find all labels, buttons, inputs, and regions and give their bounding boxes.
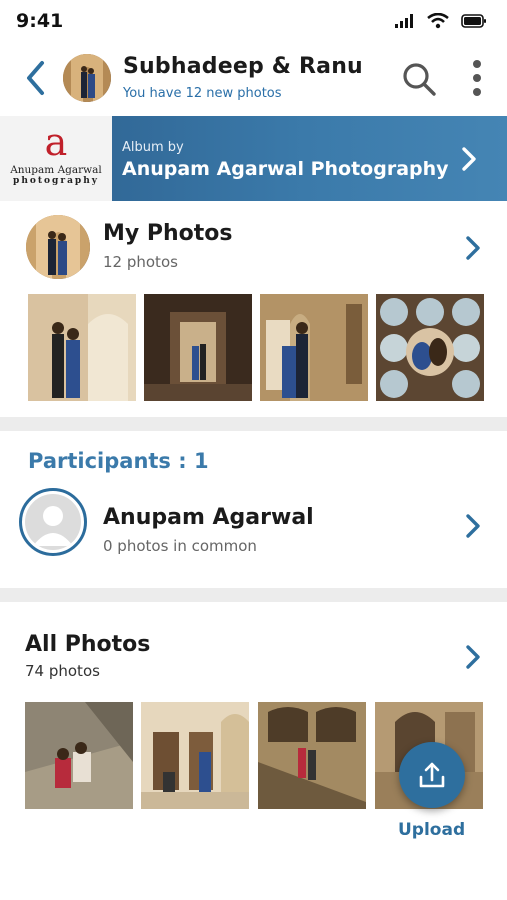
dot-icon bbox=[473, 60, 481, 68]
my-photos-count: 12 photos bbox=[103, 253, 178, 271]
signal-icon bbox=[395, 14, 413, 28]
album-studio-name: Anupam Agarwal Photography bbox=[122, 158, 449, 180]
my-photos-avatar bbox=[26, 215, 90, 279]
my-photo-thumbnail[interactable] bbox=[376, 294, 484, 401]
couple-photo-icon bbox=[26, 215, 90, 279]
all-photo-thumbnail[interactable] bbox=[258, 702, 366, 809]
dot-icon bbox=[473, 74, 481, 82]
participant-avatar[interactable] bbox=[19, 488, 87, 556]
studio-logo: a Anupam Agarwal photography bbox=[0, 116, 112, 201]
back-button[interactable] bbox=[18, 56, 52, 100]
participant-common-count: 0 photos in common bbox=[103, 537, 257, 555]
album-avatar[interactable] bbox=[63, 54, 111, 102]
status-icons bbox=[395, 13, 487, 29]
dot-icon bbox=[473, 88, 481, 96]
my-photos-chevron-icon[interactable] bbox=[462, 235, 484, 261]
back-chevron-icon bbox=[27, 61, 44, 95]
album-by-label: Album by bbox=[122, 140, 184, 155]
my-photo-thumbnail[interactable] bbox=[28, 294, 136, 401]
status-time: 9:41 bbox=[16, 10, 64, 32]
wifi-icon bbox=[427, 13, 449, 29]
section-divider bbox=[0, 417, 507, 431]
status-bar: 9:41 bbox=[0, 0, 507, 44]
page-title: Subhadeep & Ranu bbox=[123, 54, 363, 79]
upload-icon bbox=[419, 762, 445, 788]
participant-name: Anupam Agarwal bbox=[103, 505, 314, 530]
header: Subhadeep & Ranu You have 12 new photos bbox=[0, 44, 507, 114]
logo-name: Anupam Agarwal bbox=[10, 164, 102, 176]
logo-letter: a bbox=[44, 120, 68, 164]
user-placeholder-icon bbox=[25, 494, 81, 550]
all-photos-count: 74 photos bbox=[25, 662, 100, 680]
all-photos-chevron-icon[interactable] bbox=[462, 644, 484, 670]
participant-chevron-icon[interactable] bbox=[462, 513, 484, 539]
search-icon bbox=[403, 63, 436, 96]
my-photos-section: My Photos 12 photos bbox=[0, 201, 507, 417]
section-divider bbox=[0, 588, 507, 602]
my-photo-thumbnail[interactable] bbox=[260, 294, 368, 401]
participants-section: Participants : 1 Anupam Agarwal 0 photos… bbox=[0, 431, 507, 588]
chevron-right-icon bbox=[462, 147, 476, 171]
battery-icon bbox=[461, 14, 486, 28]
my-photos-title: My Photos bbox=[103, 221, 233, 246]
search-button[interactable] bbox=[400, 60, 438, 98]
couple-photo-icon bbox=[63, 54, 111, 102]
upload-button[interactable] bbox=[399, 742, 465, 808]
all-photos-title: All Photos bbox=[25, 632, 151, 657]
all-photo-thumbnail[interactable] bbox=[141, 702, 249, 809]
new-photos-subtitle: You have 12 new photos bbox=[123, 86, 282, 101]
participants-label: Participants : 1 bbox=[28, 449, 209, 473]
all-photo-thumbnail[interactable] bbox=[25, 702, 133, 809]
my-photo-thumbnail[interactable] bbox=[144, 294, 252, 401]
album-banner[interactable]: a Anupam Agarwal photography Album by An… bbox=[0, 116, 507, 201]
logo-tag: photography bbox=[13, 176, 99, 186]
more-options-button[interactable] bbox=[464, 58, 490, 98]
upload-label[interactable]: Upload bbox=[398, 820, 465, 840]
